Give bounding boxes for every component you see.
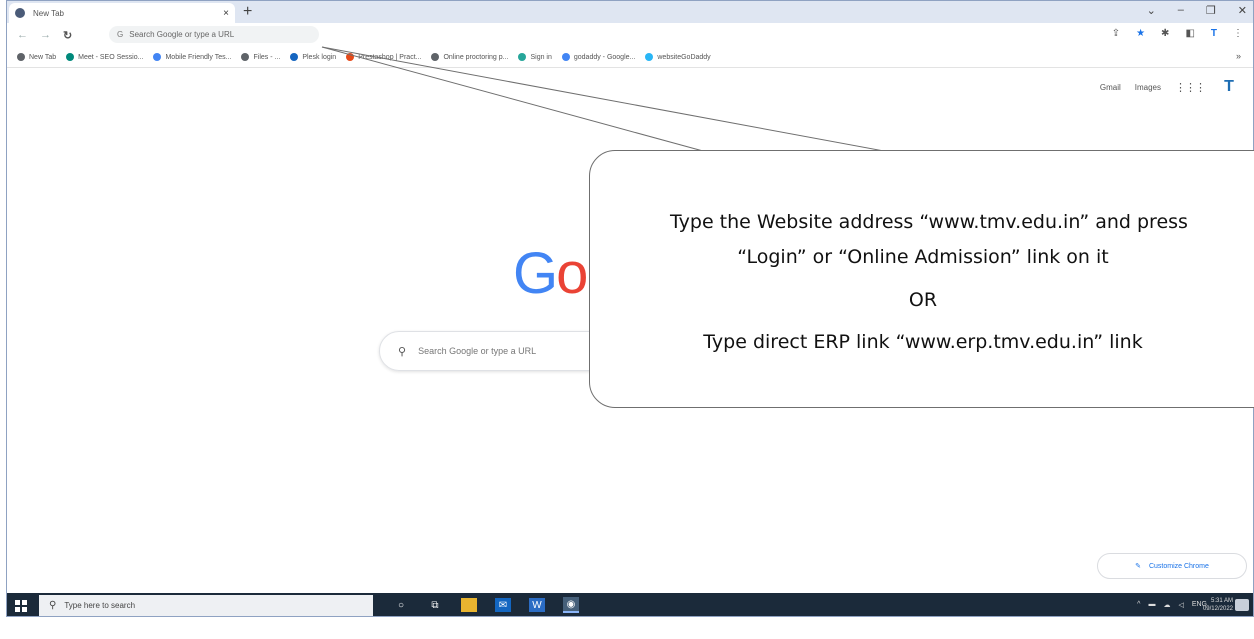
- callout-line-4: Type direct ERP link “www.erp.tmv.edu.in…: [703, 331, 1143, 353]
- callout-line-2: “Login” or “Online Admission” link on it: [737, 246, 1109, 268]
- callout-line-1: Type the Website address “www.tmv.edu.in…: [670, 211, 1188, 233]
- callout-line-3: OR: [908, 289, 938, 311]
- instruction-callout: Type the Website address “www.tmv.edu.in…: [589, 150, 1254, 408]
